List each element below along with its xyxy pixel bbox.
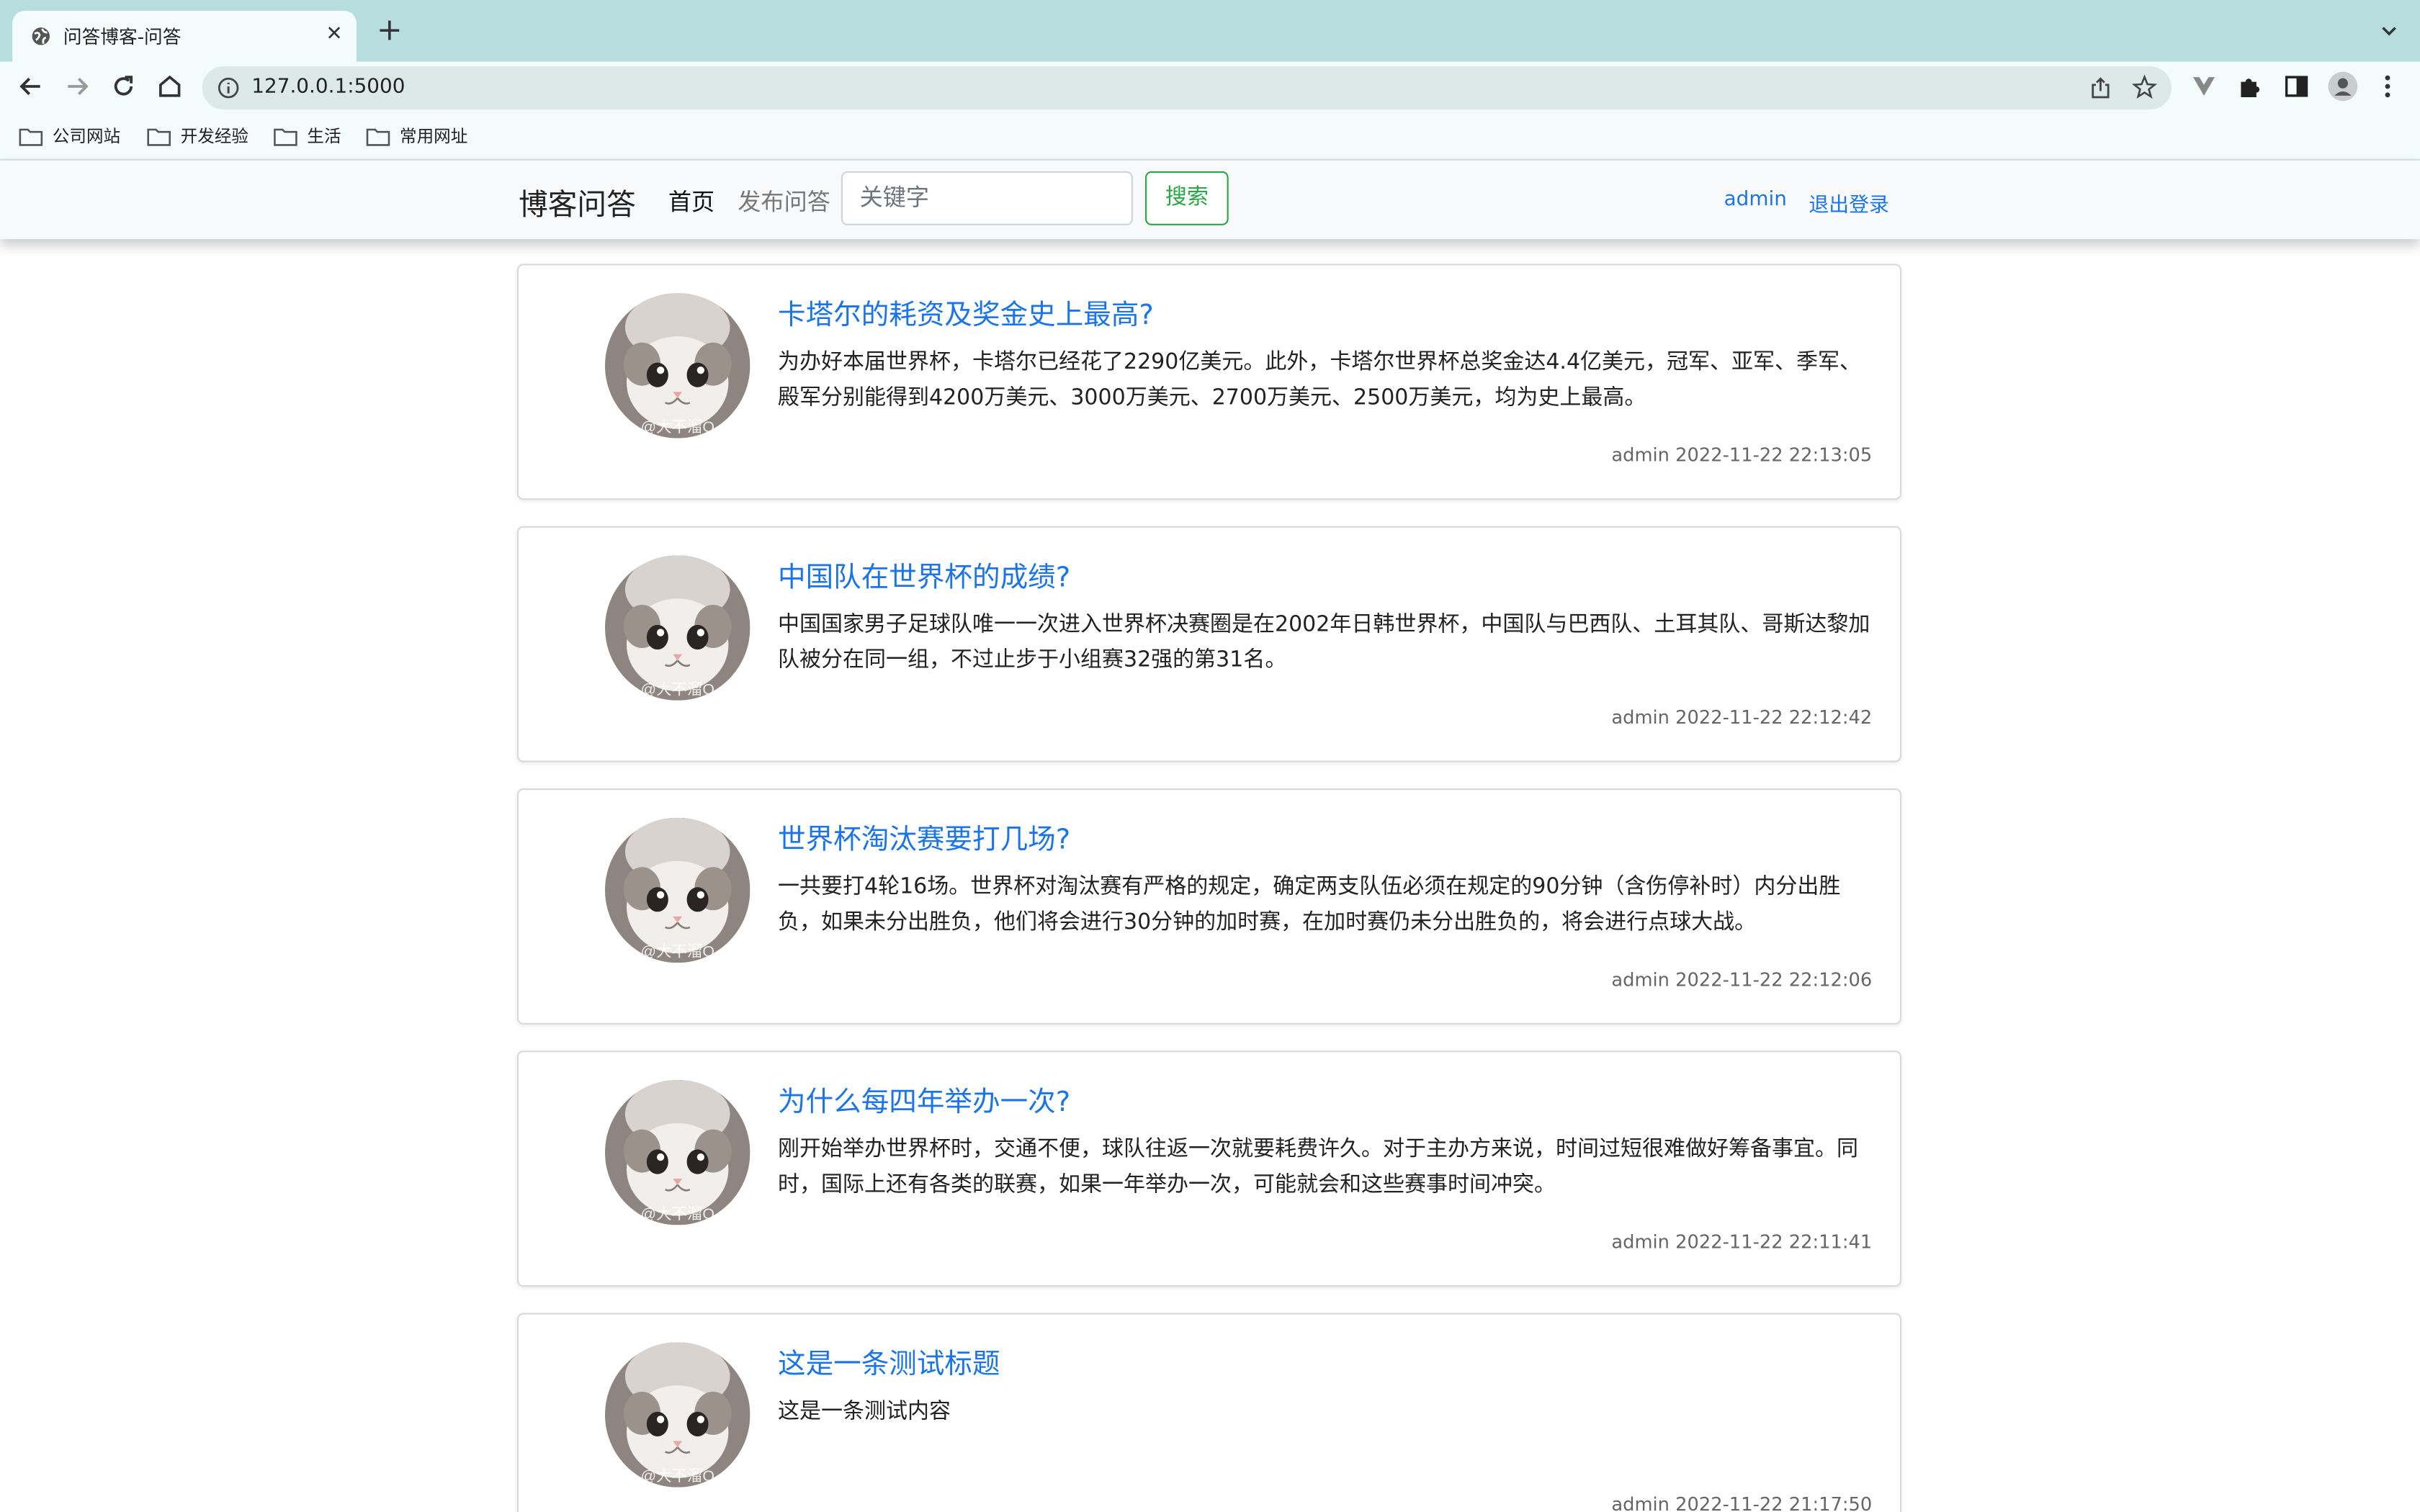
- tab-strip: 问答博客-问答 ✕ +: [0, 0, 2420, 62]
- avatar-watermark: @大不溜O: [640, 680, 714, 698]
- question-title-link[interactable]: 为什么每四年举办一次?: [778, 1080, 1070, 1120]
- avatar-watermark: @大不溜O: [640, 418, 714, 436]
- question-meta: admin 2022-11-22 22:11:41: [1611, 1231, 1873, 1253]
- folder-icon: [19, 127, 43, 145]
- site-navbar: 博客问答 首页 发布问答 关键字 搜索 admin 退出登录: [0, 160, 2420, 240]
- bookmark-folder[interactable]: 常用网址: [366, 123, 467, 148]
- share-icon[interactable]: [2088, 76, 2112, 100]
- avatar: @大不溜O: [605, 555, 750, 701]
- logout-link[interactable]: 退出登录: [1809, 188, 1888, 217]
- avatar-watermark: @大不溜O: [640, 1205, 714, 1223]
- search-input[interactable]: 关键字: [841, 171, 1133, 225]
- vue-devtools-icon[interactable]: [2190, 73, 2218, 101]
- avatar: @大不溜O: [605, 1080, 750, 1225]
- bookmarks-bar: 公司网站 开发经验 生活 常用网址: [0, 111, 2420, 161]
- bookmark-label: 常用网址: [400, 126, 468, 147]
- question-content: 一共要打4轮16场。世界杯对淘汰赛有严格的规定，确定两支队伍必须在规定的90分钟…: [778, 875, 1841, 935]
- question-meta: admin 2022-11-22 22:13:05: [1611, 444, 1873, 467]
- question-title-link[interactable]: 这是一条测试标题: [778, 1342, 1000, 1382]
- profile-avatar-icon[interactable]: [2327, 71, 2358, 102]
- folder-icon: [147, 127, 171, 145]
- bookmark-star-icon[interactable]: [2131, 74, 2158, 100]
- nav-publish-link[interactable]: 发布问答: [738, 185, 830, 217]
- home-icon[interactable]: [154, 71, 185, 102]
- search-button[interactable]: 搜索: [1145, 171, 1229, 225]
- bookmark-folder[interactable]: 生活: [273, 123, 341, 148]
- bookmark-folder[interactable]: 开发经验: [147, 123, 248, 148]
- question-meta: admin 2022-11-22 21:17:50: [1611, 1493, 1873, 1512]
- browser-window: 问答博客-问答 ✕ + 127.0.0.1:5000 公司网站 开发经验 生活 …: [0, 0, 2420, 1512]
- bookmark-label: 公司网站: [52, 126, 121, 147]
- question-title-link[interactable]: 卡塔尔的耗资及奖金史上最高?: [778, 293, 1154, 333]
- browser-tab[interactable]: 问答博客-问答 ✕: [12, 11, 357, 62]
- question-card: @大不溜O 为什么每四年举办一次? 刚开始举办世界杯时，交通不便，球队往返一次就要…: [516, 1050, 1901, 1287]
- extensions-puzzle-icon[interactable]: [2236, 73, 2264, 101]
- avatar-watermark: @大不溜O: [640, 943, 714, 960]
- kebab-menu-icon[interactable]: [2377, 73, 2398, 101]
- chevron-down-icon[interactable]: [2380, 22, 2398, 40]
- question-card: @大不溜O 卡塔尔的耗资及奖金史上最高? 为办好本届世界杯，卡塔尔已经花了2290…: [516, 264, 1901, 500]
- question-meta: admin 2022-11-22 22:12:06: [1611, 968, 1873, 991]
- avatar: @大不溜O: [605, 293, 750, 438]
- reload-icon[interactable]: [108, 71, 139, 102]
- back-arrow-icon[interactable]: [15, 71, 46, 102]
- question-meta: admin 2022-11-22 22:12:42: [1611, 706, 1873, 729]
- question-content: 中国国家男子足球队唯一一次进入世界杯决赛圈是在2002年日韩世界杯，中国队与巴西…: [778, 612, 1870, 672]
- avatar: @大不溜O: [605, 817, 750, 963]
- url-text: 127.0.0.1:5000: [251, 76, 405, 99]
- side-panel-icon[interactable]: [2282, 73, 2311, 101]
- new-tab-icon[interactable]: +: [377, 14, 403, 45]
- user-link[interactable]: admin: [1724, 188, 1787, 211]
- nav-home-link[interactable]: 首页: [668, 185, 714, 217]
- question-card: @大不溜O 这是一条测试标题这是一条测试内容 admin 2022-11-22 2…: [516, 1313, 1901, 1512]
- tab-title: 问答博客-问答: [63, 26, 182, 48]
- close-tab-icon[interactable]: ✕: [326, 23, 342, 46]
- folder-icon: [274, 127, 297, 145]
- question-card: @大不溜O 世界杯淘汰赛要打几场? 一共要打4轮16场。世界杯对淘汰赛有严格的规定…: [516, 788, 1901, 1025]
- browser-toolbar: 127.0.0.1:5000: [0, 61, 2420, 112]
- bookmark-label: 开发经验: [180, 126, 248, 147]
- question-title-link[interactable]: 世界杯淘汰赛要打几场?: [778, 818, 1070, 858]
- question-content: 刚开始举办世界杯时，交通不便，球队往返一次就要耗费许久。对于主办方来说，时间过短…: [778, 1137, 1858, 1197]
- question-content: 为办好本届世界杯，卡塔尔已经花了2290亿美元。此外，卡塔尔世界杯总奖金达4.4…: [778, 350, 1862, 410]
- question-card: @大不溜O 中国队在世界杯的成绩? 中国国家男子足球队唯一一次进入世界杯决赛圈是在…: [516, 526, 1901, 762]
- avatar-watermark: @大不溜O: [640, 1467, 714, 1485]
- address-bar[interactable]: 127.0.0.1:5000: [202, 66, 2172, 110]
- bookmark-folder[interactable]: 公司网站: [19, 123, 120, 148]
- folder-icon: [366, 127, 390, 145]
- site-brand[interactable]: 博客问答: [519, 182, 636, 224]
- question-content: 这是一条测试内容: [778, 1399, 951, 1424]
- bookmark-label: 生活: [307, 126, 341, 147]
- site-info-icon[interactable]: [218, 77, 239, 99]
- avatar: @大不溜O: [605, 1342, 750, 1488]
- globe-icon: [32, 27, 50, 45]
- question-title-link[interactable]: 中国队在世界杯的成绩?: [778, 555, 1070, 595]
- forward-arrow-icon[interactable]: [62, 71, 93, 102]
